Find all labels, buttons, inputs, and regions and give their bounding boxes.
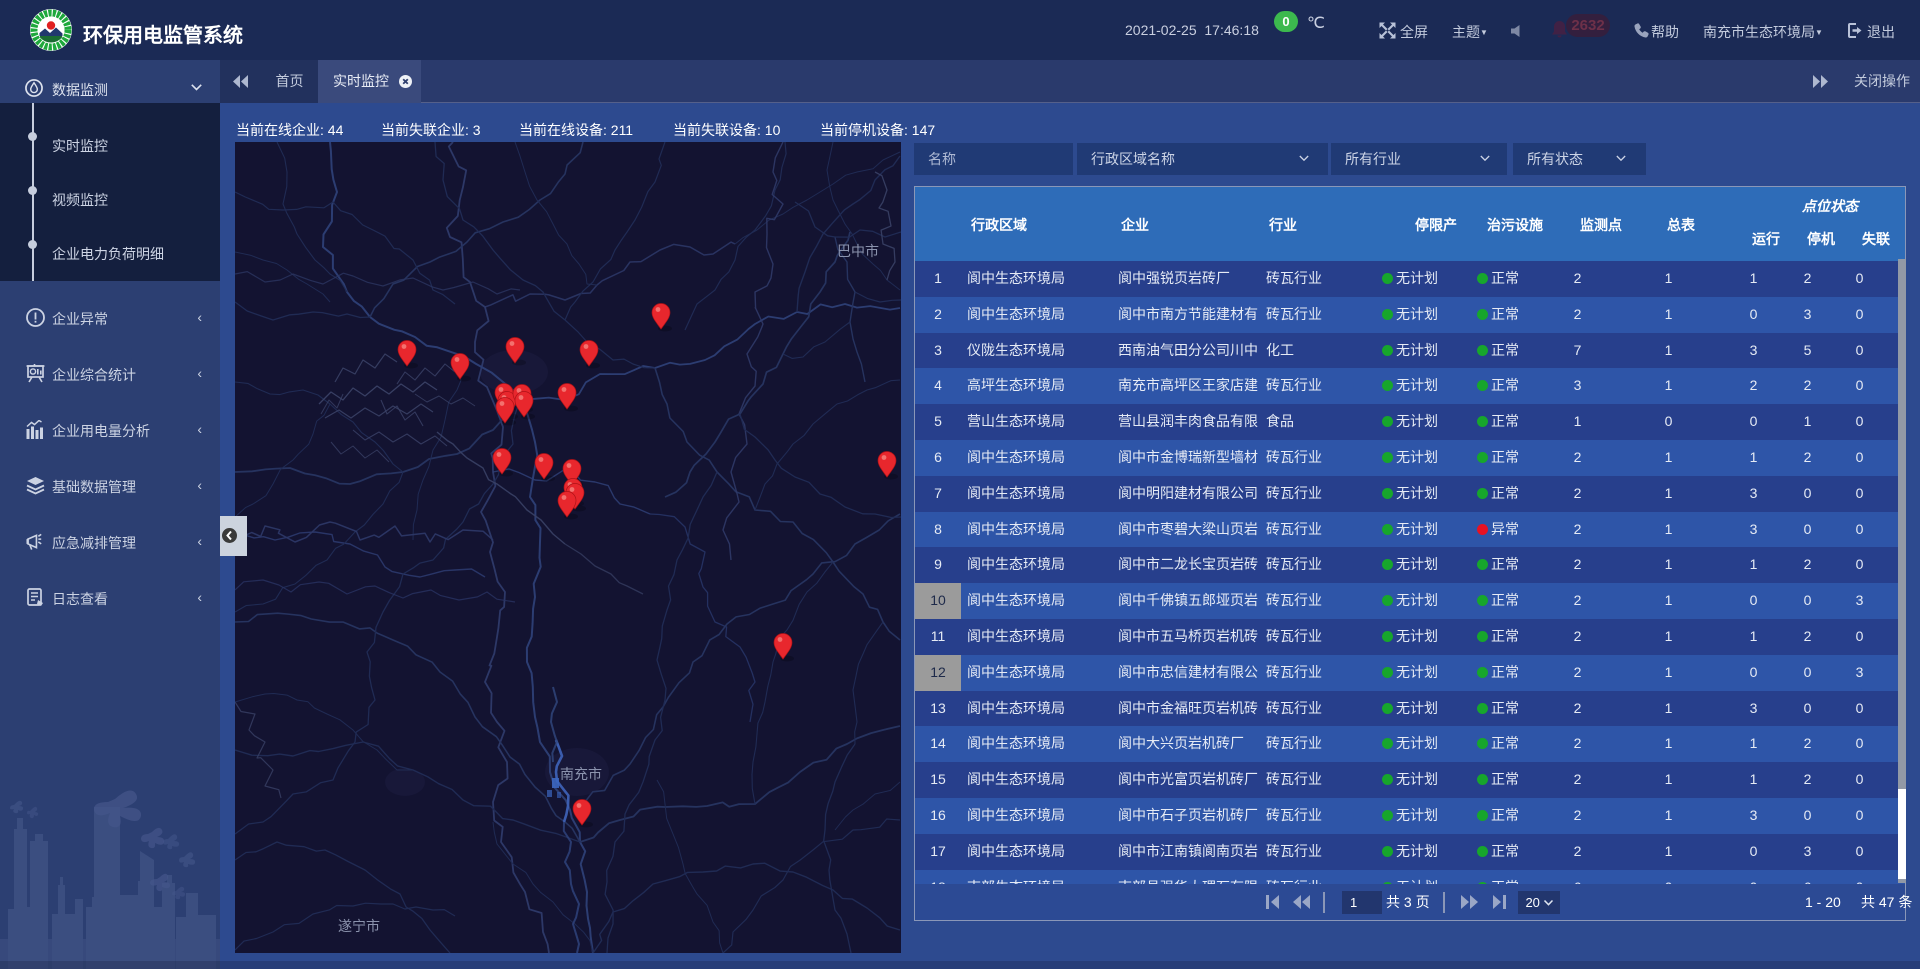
svg-text:南充市: 南充市 [560,766,602,782]
svg-text:遂宁市: 遂宁市 [338,918,380,934]
svg-text:巴中市: 巴中市 [837,243,879,259]
